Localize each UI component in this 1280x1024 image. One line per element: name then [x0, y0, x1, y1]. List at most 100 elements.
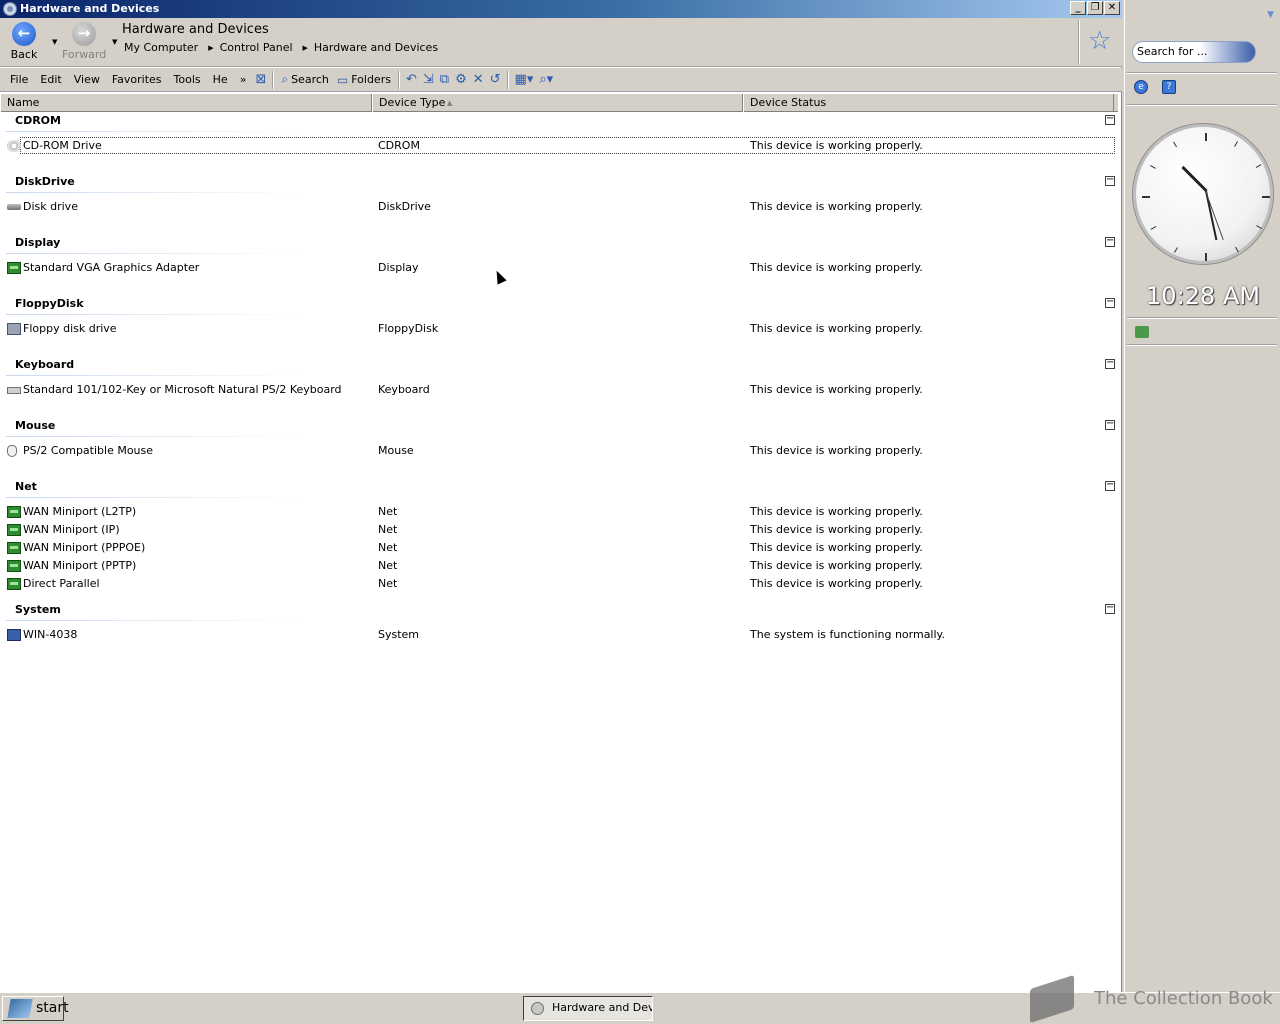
collapse-group-icon[interactable]: −: [1105, 236, 1115, 247]
views-icon[interactable]: ▦▾: [515, 72, 534, 87]
table-row[interactable]: WAN Miniport (IP) Net This device is worki…: [0, 521, 1120, 539]
minimize-button[interactable]: _: [1070, 1, 1086, 15]
column-device-type-label: Device Type: [379, 96, 446, 109]
undo-arrow-icon[interactable]: ↶: [406, 72, 417, 87]
folders-button[interactable]: ▭ Folders: [337, 73, 391, 87]
clock-tick: [1205, 253, 1207, 261]
back-button[interactable]: ← Back: [2, 22, 46, 61]
column-device-status[interactable]: Device Status: [743, 94, 1114, 112]
menu-help[interactable]: He: [207, 73, 234, 86]
collapse-group-icon[interactable]: −: [1105, 480, 1115, 491]
table-row[interactable]: WAN Miniport (L2TP) Net This device is wor…: [0, 503, 1120, 521]
move-to-icon[interactable]: ⇲: [423, 72, 434, 87]
sidebar-divider: [1127, 72, 1277, 74]
group-divider: [6, 253, 306, 254]
taskbar: start Hardware and Devic: [0, 992, 1280, 1024]
group-header[interactable]: FloppyDisk: [15, 296, 84, 312]
device-status: This device is working properly.: [750, 559, 923, 572]
collapse-group-icon[interactable]: −: [1105, 358, 1115, 369]
collapse-group-icon[interactable]: −: [1105, 603, 1115, 614]
restore-button[interactable]: ❐: [1087, 1, 1103, 15]
title-bar[interactable]: Hardware and Devices _ ❐ ✕: [0, 0, 1122, 18]
table-row[interactable]: PS/2 Compatible Mouse Mouse This device is…: [0, 442, 1120, 460]
device-name: Standard 101/102-Key or Microsoft Natura…: [23, 383, 342, 396]
group-header[interactable]: Mouse: [15, 418, 55, 434]
download-icon[interactable]: [1135, 326, 1149, 338]
menu-overflow-icon[interactable]: »: [234, 73, 253, 86]
group-header[interactable]: Net: [15, 479, 37, 495]
start-button[interactable]: start: [2, 996, 69, 1021]
address-title: Hardware and Devices: [122, 22, 269, 37]
device-name: PS/2 Compatible Mouse: [23, 444, 154, 457]
breadcrumb-hardware-and-devices[interactable]: Hardware and Devices: [314, 41, 438, 55]
close-button[interactable]: ✕: [1104, 1, 1120, 15]
sidebar-collapse-icon[interactable]: ▼: [1267, 10, 1274, 20]
device-type: CDROM: [378, 139, 420, 152]
clock-tick: [1205, 133, 1207, 141]
group-header[interactable]: Display: [15, 235, 60, 251]
breadcrumb-control-panel[interactable]: Control Panel: [220, 41, 293, 55]
menu-file[interactable]: File: [4, 73, 34, 86]
forward-dropdown-icon[interactable]: ▼: [112, 38, 117, 46]
back-label: Back: [10, 48, 38, 61]
menu-bar: File Edit View Favorites Tools He » ⊠ ⌕ S…: [0, 68, 1122, 92]
collapse-group-icon[interactable]: −: [1105, 419, 1115, 430]
favorites-star-icon[interactable]: ☆: [1088, 28, 1111, 54]
breadcrumb: My Computer ▶ Control Panel ▶ Hardware a…: [124, 41, 448, 55]
collapse-group-icon[interactable]: −: [1105, 297, 1115, 308]
menu-view[interactable]: View: [68, 73, 106, 86]
breadcrumb-my-computer[interactable]: My Computer: [124, 41, 198, 55]
sidebar: ▼ Search for ... e ? 10:28 AM: [1124, 0, 1280, 992]
properties-icon[interactable]: ⚙: [455, 72, 467, 87]
column-header: Name Device Type ▲ Device Status: [0, 94, 1118, 112]
copy-to-icon[interactable]: ⧉: [440, 72, 449, 87]
table-row[interactable]: WAN Miniport (PPPOE) Net This device is wo…: [0, 539, 1120, 557]
close-pane-icon[interactable]: ⊠: [255, 72, 266, 87]
device-type: Net: [378, 577, 398, 590]
device-status: This device is working properly.: [750, 200, 923, 213]
search-button[interactable]: ⌕ Search: [281, 72, 329, 87]
column-name[interactable]: Name: [0, 94, 372, 112]
table-row[interactable]: WIN-4038 System The system is functioning …: [0, 626, 1120, 644]
table-row[interactable]: WAN Miniport (PPTP) Net This device is wor…: [0, 557, 1120, 575]
help-icon[interactable]: ?: [1162, 80, 1176, 94]
device-list: CDROM − CD-ROM Drive CDROM This device is wo…: [0, 112, 1120, 992]
menu-favorites[interactable]: Favorites: [106, 73, 168, 86]
device-name: Direct Parallel: [23, 577, 100, 590]
group-header[interactable]: CDROM: [15, 113, 61, 129]
table-row[interactable]: Standard 101/102-Key or Microsoft Natura…: [0, 381, 1120, 399]
group-divider: [6, 620, 306, 621]
window-controls: _ ❐ ✕: [1070, 1, 1120, 15]
delete-icon[interactable]: ✕: [473, 72, 484, 87]
group-header[interactable]: System: [15, 602, 61, 618]
group-header[interactable]: DiskDrive: [15, 174, 75, 190]
device-type: FloppyDisk: [378, 322, 439, 335]
device-name: WAN Miniport (L2TP): [23, 505, 137, 518]
device-status: This device is working properly.: [750, 541, 923, 554]
collapse-group-icon[interactable]: −: [1105, 175, 1115, 186]
menu-edit[interactable]: Edit: [34, 73, 67, 86]
internet-explorer-icon[interactable]: e: [1134, 80, 1148, 94]
table-row[interactable]: Standard VGA Graphics Adapter Display This…: [0, 259, 1120, 277]
table-row[interactable]: CD-ROM Drive CDROM This device is working …: [0, 137, 1120, 155]
device-status: This device is working properly.: [750, 444, 923, 457]
table-row[interactable]: Direct Parallel Net This device is working…: [0, 575, 1120, 593]
table-row[interactable]: Floppy disk drive FloppyDisk This device i…: [0, 320, 1120, 338]
forward-button[interactable]: → Forward: [62, 22, 106, 61]
display-adapter-icon: [7, 262, 21, 274]
column-device-type[interactable]: Device Type ▲: [372, 94, 743, 112]
sidebar-search-input[interactable]: Search for ...: [1132, 41, 1256, 63]
zoom-search-icon[interactable]: ⌕▾: [539, 72, 553, 87]
device-name: CD-ROM Drive: [23, 139, 102, 152]
back-arrow-icon: ←: [12, 22, 36, 46]
undo-icon[interactable]: ↺: [490, 72, 501, 87]
taskbar-item-hardware-and-devices[interactable]: Hardware and Devic: [523, 996, 653, 1021]
group-header[interactable]: Keyboard: [15, 357, 74, 373]
collapse-group-icon[interactable]: −: [1105, 114, 1115, 125]
back-dropdown-icon[interactable]: ▼: [52, 38, 57, 46]
computer-icon: [7, 629, 21, 641]
menu-tools[interactable]: Tools: [168, 73, 207, 86]
table-row[interactable]: Disk drive DiskDrive This device is workin…: [0, 198, 1120, 216]
network-adapter-icon: [7, 506, 21, 518]
navigation-bar: ← Back ▼ → Forward ▼ Hardware and Device…: [0, 18, 1122, 67]
